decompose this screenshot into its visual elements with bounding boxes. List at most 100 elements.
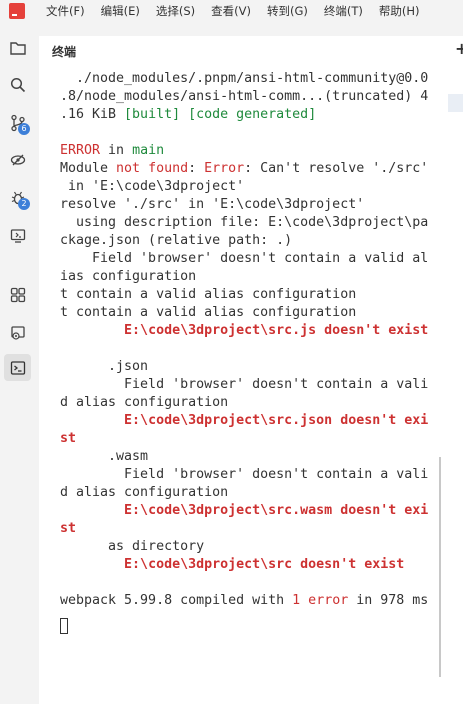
menu-file[interactable]: 文件(F) — [46, 3, 85, 19]
add-terminal-button[interactable]: + — [455, 39, 463, 58]
terminal-line: d alias configuration — [60, 394, 432, 412]
scrollbar-thumb[interactable] — [439, 457, 441, 677]
menu-bar: 文件(F) 编辑(E) 选择(S) 查看(V) 转到(G) 终端(T) 帮助(H… — [0, 0, 463, 22]
terminal-text: as directory — [60, 539, 205, 554]
terminal-text: d alias configuration — [60, 485, 229, 500]
terminal-text: E:\code\3dproject\src.json doesn't exi — [124, 413, 429, 428]
terminal-line: Field 'browser' doesn't contain a vali — [60, 466, 432, 484]
terminal-text: ias configuration — [60, 269, 197, 284]
terminal-text: Field 'browser' doesn't contain a valid … — [60, 251, 429, 266]
app-logo-icon — [9, 3, 25, 19]
terminal-line: ERROR in main — [60, 142, 432, 160]
terminal-line: E:\code\3dproject\src.json doesn't exi — [60, 412, 432, 430]
panel-title: 终端 — [52, 45, 77, 59]
terminal-line: Field 'browser' doesn't contain a vali — [60, 376, 432, 394]
terminal-line: E:\code\3dproject\src.js doesn't exist — [60, 322, 432, 340]
terminal-text: Error — [204, 161, 245, 176]
menu-view[interactable]: 查看(V) — [211, 3, 251, 19]
terminal-text: webpack 5.99.8 compiled with — [60, 593, 293, 608]
terminal-line: t contain a valid alias configuration — [60, 286, 432, 304]
terminal-text: 1 error — [292, 593, 349, 608]
terminal-text: Field 'browser' doesn't contain a vali — [60, 467, 429, 482]
terminal-text: [code generated] — [188, 107, 317, 122]
folder-icon — [9, 41, 26, 55]
menu-selection[interactable]: 选择(S) — [156, 3, 195, 19]
remote-explorer-button[interactable] — [4, 146, 31, 173]
extensions-button[interactable] — [4, 281, 31, 308]
terminal-text: t contain a valid alias configuration — [60, 287, 357, 302]
terminal-text: [built] — [124, 107, 181, 122]
terminal-text: .8/node_modules/ansi-html-comm...(trunca… — [60, 89, 429, 104]
terminal-line: ias configuration — [60, 268, 432, 286]
terminal-text: Module — [60, 161, 117, 176]
terminal-text: E:\code\3dproject\src.js doesn't exist — [124, 323, 429, 338]
terminal-panel: 终端 + ./node_modules/.pnpm/ansi-html-comm… — [39, 36, 463, 704]
menu-edit[interactable]: 编辑(E) — [101, 3, 140, 19]
terminal-text: st — [60, 521, 77, 536]
terminal-cursor — [60, 618, 68, 634]
terminal-line: .8/node_modules/ansi-html-comm...(trunca… — [60, 88, 432, 106]
terminal-tab-strip[interactable] — [448, 94, 463, 112]
source-control-badge: 6 — [18, 123, 30, 135]
menu-go[interactable]: 转到(G) — [267, 3, 308, 19]
terminal-text: main — [132, 143, 165, 158]
terminal-text: resolve './src' in 'E:\code\3dproject' — [60, 197, 365, 212]
remote-window-button[interactable] — [4, 222, 31, 249]
remote-icon — [10, 154, 25, 165]
scrollbar[interactable] — [439, 457, 447, 677]
terminal-text: using description file: E:\code\3dprojec… — [60, 215, 429, 230]
activity-bar: 6 2 — [0, 26, 35, 704]
terminal-line: ckage.json (relative path: .) — [60, 232, 432, 250]
source-control-button[interactable]: 6 — [4, 109, 31, 136]
terminal-text: in 978 ms — [348, 593, 429, 608]
terminal-text: st — [60, 431, 77, 446]
explorer-button[interactable] — [4, 34, 31, 61]
terminal-text: .16 KiB — [60, 107, 125, 122]
terminal-line: webpack 5.99.8 compiled with 1 error in … — [60, 592, 432, 610]
terminal-text: ./node_modules/.pnpm/ansi-html-community… — [60, 71, 429, 86]
terminal-line: .16 KiB [built] [code generated] — [60, 106, 432, 124]
menu-terminal[interactable]: 终端(T) — [324, 3, 363, 19]
app-window: 文件(F) 编辑(E) 选择(S) 查看(V) 转到(G) 终端(T) 帮助(H… — [0, 0, 463, 704]
debug-badge: 2 — [18, 198, 30, 210]
terminal-text: in — [100, 143, 133, 158]
terminal-line: ./node_modules/.pnpm/ansi-html-community… — [60, 70, 432, 88]
terminal-text: t contain a valid alias configuration — [60, 305, 357, 320]
settings-sync-icon — [10, 325, 25, 340]
terminal-line: st — [60, 430, 432, 448]
monitor-icon — [10, 228, 25, 243]
menu-help[interactable]: 帮助(H) — [379, 3, 420, 19]
extensions-icon — [10, 287, 25, 302]
terminal-text: E:\code\3dproject\src.wasm doesn't exi — [124, 503, 429, 518]
terminal-text: ckage.json (relative path: .) — [60, 233, 293, 248]
terminal-line: t contain a valid alias configuration — [60, 304, 432, 322]
terminal-text: .wasm — [60, 449, 149, 464]
terminal-line: E:\code\3dproject\src.wasm doesn't exi — [60, 502, 432, 520]
terminal-text: : — [188, 161, 205, 176]
terminal-text: E:\code\3dproject\src doesn't exist — [124, 557, 405, 572]
terminal-line: as directory — [60, 538, 432, 556]
terminal-output[interactable]: ./node_modules/.pnpm/ansi-html-community… — [60, 70, 432, 638]
terminal-text: in 'E:\code\3dproject' — [60, 179, 245, 194]
terminal-button[interactable] — [4, 354, 31, 381]
terminal-line: in 'E:\code\3dproject' — [60, 178, 432, 196]
terminal-text: not found — [116, 161, 189, 176]
prompt-line[interactable] — [60, 618, 432, 638]
terminal-line: Field 'browser' doesn't contain a valid … — [60, 250, 432, 268]
terminal-line: using description file: E:\code\3dprojec… — [60, 214, 432, 232]
search-icon — [10, 77, 25, 92]
terminal-text: ERROR — [60, 143, 101, 158]
search-button[interactable] — [4, 71, 31, 98]
settings-sync-button[interactable] — [4, 319, 31, 346]
terminal-text: Field 'browser' doesn't contain a vali — [60, 377, 429, 392]
terminal-line: .wasm — [60, 448, 432, 466]
terminal-line: d alias configuration — [60, 484, 432, 502]
run-debug-button[interactable]: 2 — [4, 184, 31, 211]
